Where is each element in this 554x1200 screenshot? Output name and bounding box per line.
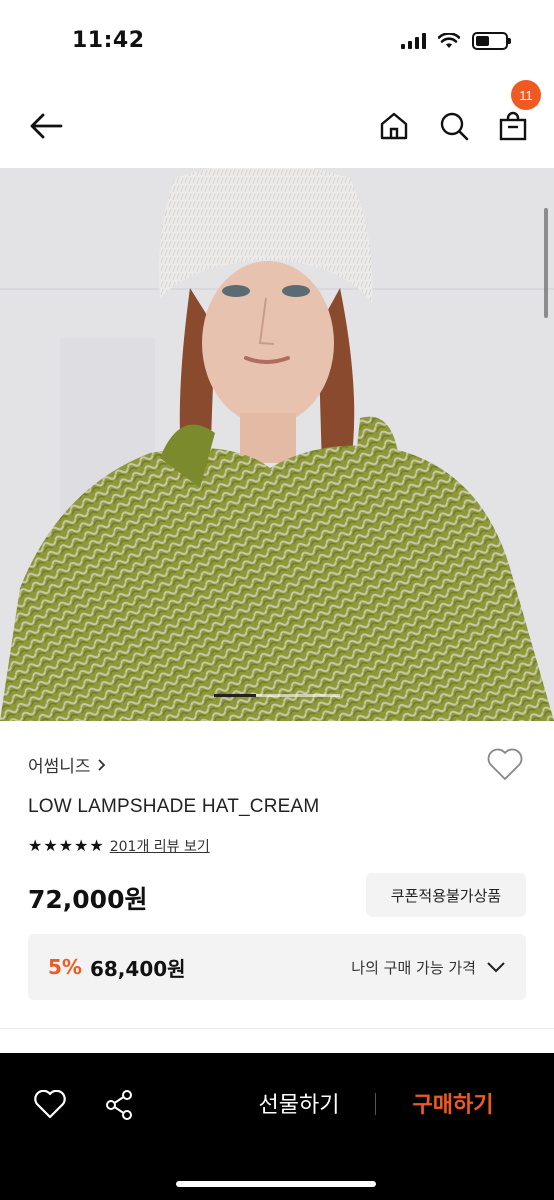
buy-button[interactable]: 구매하기 [396, 1087, 510, 1119]
share-button[interactable] [99, 1085, 139, 1125]
bottom-action-bar: 선물하기 구매하기 [0, 1053, 554, 1200]
home-icon [380, 112, 408, 140]
star-icon: ★ [43, 836, 58, 855]
wifi-icon [438, 33, 460, 48]
product-image-gallery[interactable] [0, 168, 554, 721]
top-nav-bar: 11 [0, 80, 554, 168]
cellular-signal-icon [401, 33, 426, 49]
heart-icon [487, 748, 523, 780]
product-title: LOW LAMPSHADE HAT_CREAM [28, 796, 320, 817]
review-link[interactable]: 201개 리뷰 보기 [110, 836, 210, 856]
gift-button[interactable]: 선물하기 [240, 1087, 358, 1119]
wishlist-button[interactable] [486, 748, 526, 788]
my-price-label: 나의 구매 가능 가격 [351, 958, 476, 977]
gallery-pager [214, 694, 340, 697]
discount-rate: 5% [48, 955, 82, 979]
back-button[interactable] [26, 106, 66, 146]
action-separator [375, 1093, 376, 1115]
heart-icon [34, 1090, 66, 1119]
star-icon: ★ [58, 836, 74, 855]
battery-level [476, 36, 489, 46]
chevron-right-icon [97, 758, 105, 771]
home-button[interactable] [374, 106, 414, 146]
my-price-toggle: 나의 구매 가능 가격 [351, 957, 506, 978]
home-indicator [176, 1181, 376, 1187]
product-price: 72,000원 [28, 885, 148, 914]
star-icon: ★ [89, 836, 104, 855]
star-rating: ★ ★ ★ ★ ★ [28, 838, 104, 854]
status-bar: 11:42 [0, 0, 554, 80]
cart-button[interactable]: 11 [493, 80, 541, 146]
divider [0, 1028, 554, 1029]
shopping-bag-icon [499, 111, 527, 141]
product-photo [0, 168, 554, 721]
rating-row: ★ ★ ★ ★ ★ 201개 리뷰 보기 [28, 836, 210, 856]
brand-link[interactable]: 어썸니즈 [28, 752, 106, 777]
brand-name: 어썸니즈 [28, 757, 91, 777]
back-arrow-icon [30, 113, 63, 139]
battery-icon [472, 32, 511, 50]
chevron-down-icon [487, 962, 505, 973]
my-price-dropdown[interactable]: 5% 68,400원 나의 구매 가능 가격 [28, 934, 526, 1000]
star-icon: ★ [28, 836, 43, 855]
like-button[interactable] [30, 1085, 70, 1125]
star-icon: ★ [74, 836, 89, 855]
gallery-pager-active [214, 694, 256, 697]
coupon-status-badge: 쿠폰적용불가상품 [366, 873, 526, 917]
status-time: 11:42 [72, 28, 145, 53]
status-icons [401, 32, 511, 50]
search-icon [440, 112, 469, 141]
discount-price: 68,400원 [89, 956, 186, 981]
cart-count-badge: 11 [511, 80, 541, 110]
search-button[interactable] [434, 106, 474, 146]
scroll-indicator [544, 208, 548, 318]
share-icon [106, 1090, 132, 1120]
